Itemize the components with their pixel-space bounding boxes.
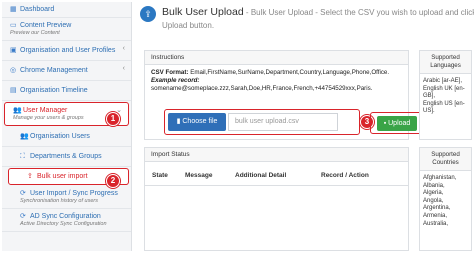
page-header: ⇪ Bulk User Upload - Bulk User Upload - … [138, 4, 474, 36]
step-badge-1: 1 [106, 112, 120, 126]
dashboard-icon: ▦ [10, 6, 17, 13]
column-header-additional-detail: Additional Detail [235, 172, 287, 179]
country-item: Armenia, [423, 212, 448, 219]
users-icon: 👥 [13, 107, 22, 114]
column-header-message: Message [185, 172, 213, 179]
chrome-icon: ◎ [10, 67, 17, 74]
file-upload-row: ▮ Choose file bulk user upload.csv [168, 112, 348, 132]
sidebar-item-ad-sync[interactable]: ⟳ AD Sync Configuration Active Directory … [2, 209, 131, 232]
csv-format-label: CSV Format: [151, 69, 189, 76]
example-label: Example record: [151, 77, 200, 84]
country-item: Algeria, [423, 190, 444, 197]
supported-countries-panel: Supported Countries Afghanistan, Albania… [419, 147, 472, 251]
monitor-icon: ▭ [10, 22, 17, 29]
column-header-record-action: Record / Action [321, 172, 369, 179]
sidebar-item-content-preview[interactable]: ▭ Content Preview Preview our Content [2, 18, 131, 41]
sidebar-item-org-user-profiles[interactable]: ▣ Organisation and User Profiles ‹ [2, 41, 131, 61]
language-item: English UK [en-GB], [423, 85, 465, 100]
upload-icon: ⇪ [27, 173, 33, 180]
upload-button[interactable]: ▪ Upload [377, 116, 417, 131]
column-header-state: State [152, 172, 168, 179]
step-badge-2: 2 [106, 174, 120, 188]
sidebar-item-sublabel: Preview our Content [10, 30, 60, 36]
user-sync-icon: ⟳ [20, 190, 26, 197]
sitemap-icon: ⛶ [20, 153, 25, 160]
page-title: Bulk User Upload [162, 6, 244, 18]
country-item: Argentina, [423, 205, 451, 212]
language-item: Arabic [ar-AE], [423, 78, 463, 84]
import-status-panel: Import Status State Message Additional D… [144, 147, 409, 251]
country-item: Australia, [423, 220, 449, 227]
divider [145, 185, 408, 186]
import-status-header-row: State Message Additional Detail Record /… [145, 170, 408, 184]
sync-icon: ⟳ [20, 213, 26, 220]
supported-languages-heading: Supported Languages [420, 51, 471, 74]
import-status-heading: Import Status [145, 148, 408, 162]
users-icon: 👥 [20, 133, 29, 140]
example-value: somename@someplace.zzz,Sarah,Doe,HR,Fran… [151, 85, 373, 92]
sidebar-item-sublabel: Synchronisation history of users [20, 198, 98, 204]
page-subtitle-continued: Upload button. [162, 21, 215, 30]
choose-file-button[interactable]: ▮ Choose file [168, 113, 226, 131]
sidebar-item-org-timeline[interactable]: ▤ Organisation Timeline [2, 81, 131, 101]
chevron-left-icon: ‹ [122, 65, 125, 72]
timeline-icon: ▤ [10, 87, 17, 94]
sidebar-item-chrome-management[interactable]: ◎ Chrome Management ‹ [2, 61, 131, 81]
csv-format-line: CSV Format: Email,FirstName,SurName,Depa… [151, 69, 402, 77]
file-name-input[interactable]: bulk user upload.csv [228, 113, 338, 131]
sidebar: ▦ Dashboard ▭ Content Preview Preview our … [2, 2, 132, 251]
supported-languages-panel: Supported Languages Arabic [ar-AE], Engl… [419, 50, 472, 140]
upload-user-icon: ⇪ [140, 6, 156, 22]
country-item: Angola, [423, 197, 444, 204]
sidebar-item-sublabel: Manage your users & groups [13, 115, 84, 121]
sidebar-item-user-import-sync[interactable]: ⟳ User Import / Sync Progress Synchronisa… [2, 186, 131, 209]
country-item: Afghanistan, [423, 175, 457, 181]
chevron-left-icon: ‹ [122, 45, 125, 52]
supported-countries-heading: Supported Countries [420, 148, 471, 171]
sidebar-item-departments-groups[interactable]: ⛶ Departments & Groups [2, 147, 131, 167]
users-icon: ▣ [10, 47, 17, 54]
sidebar-item-organisation-users[interactable]: 👥Organisation Users [2, 127, 131, 147]
upload-highlight: ▪ Upload [370, 112, 422, 134]
instructions-heading: Instructions [145, 51, 408, 65]
sidebar-item-sublabel: Active Directory Sync Configuration [20, 221, 107, 227]
country-item: Albania, [423, 182, 445, 189]
csv-format-value: Email,FirstName,SurName,Department,Count… [188, 69, 390, 76]
sidebar-item-dashboard[interactable]: ▦ Dashboard [2, 2, 131, 18]
language-item: English US [en-US]. [423, 100, 465, 115]
page-subtitle: - Bulk User Upload - Select the CSV you … [243, 8, 474, 17]
